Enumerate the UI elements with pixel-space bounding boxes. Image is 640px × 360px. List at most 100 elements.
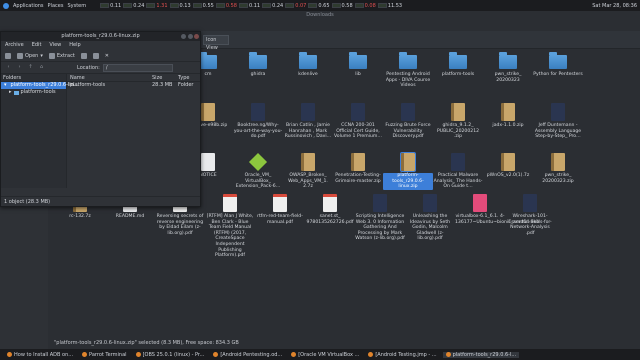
taskbar-label: platform-tools_r29.0.6-l... bbox=[452, 351, 517, 358]
tree-item-platform-tools[interactable]: ▸ platform-tools bbox=[1, 89, 66, 96]
monitor-value: 0.11 bbox=[248, 2, 261, 9]
minimize-button[interactable] bbox=[181, 34, 186, 39]
taskbar-item[interactable]: platform-tools_r29.0.6-l... bbox=[442, 351, 520, 358]
add-folder-button[interactable] bbox=[92, 52, 99, 59]
menu-system[interactable]: System bbox=[67, 3, 86, 9]
file-item[interactable]: Booktree.ng/Why-you-art-the-way-you-do.p… bbox=[233, 103, 283, 140]
menu-view[interactable]: View bbox=[49, 41, 61, 50]
file-item[interactable]: Jeff Duntemann - Assembly Language Step-… bbox=[533, 103, 583, 140]
cover-icon bbox=[551, 103, 565, 121]
chevron-down-icon: ▾ bbox=[40, 52, 43, 59]
monitor-value: 0.24 bbox=[272, 2, 284, 9]
file-item[interactable]: lib bbox=[333, 52, 383, 78]
close-button[interactable] bbox=[194, 34, 199, 39]
menu-applications[interactable]: Applications bbox=[13, 3, 44, 9]
monitor-value: 0.58 bbox=[341, 2, 353, 9]
file-item[interactable]: Practical Malware Analysis_ The Hands-On… bbox=[433, 153, 483, 190]
monitor-graph bbox=[146, 3, 156, 8]
forward-icon[interactable]: › bbox=[16, 64, 23, 71]
file-item[interactable]: ghidra_9.1.2_ PUBLIC_20200212 .zip bbox=[433, 103, 483, 140]
row-type: Folder bbox=[178, 82, 194, 88]
file-item[interactable]: Unleashing the Ideavirus by Seth Godin, … bbox=[405, 194, 455, 242]
new-archive-icon bbox=[5, 52, 11, 59]
menu-help[interactable]: Help bbox=[69, 41, 80, 50]
file-item[interactable]: sanet.st_ 9780135262726.pdf bbox=[305, 194, 355, 225]
taskbar-label: [Android Testing.jmp - ... bbox=[375, 351, 437, 358]
view-mode-select[interactable]: Icon View bbox=[203, 35, 229, 51]
doc-icon bbox=[201, 153, 215, 171]
pdf-icon bbox=[323, 194, 337, 212]
system-monitor-strip: 0.11 0.24 1.31 0.13 0.55 0.58 0.11 0.24 0.07 0.65… bbox=[100, 3, 402, 9]
file-label: Scripting Intelligence Web 3. 0 Informat… bbox=[355, 214, 405, 242]
file-item[interactable]: pwn_strike_ 20200323 bbox=[483, 52, 533, 83]
open-button[interactable]: Open ▾ bbox=[17, 52, 43, 59]
monitor-cell: 0.08 bbox=[354, 3, 376, 9]
file-item[interactable]: Penetration-Testing-Grimoire-master.zip bbox=[333, 153, 383, 184]
file-item[interactable]: Python for Pentesters bbox=[533, 52, 583, 78]
file-item[interactable]: Scripting Intelligence Web 3. 0 Informat… bbox=[355, 194, 405, 242]
file-label: ghidra_9.1.2_ PUBLIC_20200212 .zip bbox=[436, 123, 480, 140]
new-archive-button[interactable] bbox=[5, 52, 11, 59]
menu-edit[interactable]: Edit bbox=[32, 41, 42, 50]
delete-button[interactable]: ✕ bbox=[105, 53, 109, 59]
file-item[interactable]: platform-tools_r29.0.6-linux.zip bbox=[383, 152, 433, 190]
file-item[interactable]: [RTFM] Alan J White, Ben Clark - Blue Te… bbox=[205, 194, 255, 259]
file-item[interactable]: jadx-1.1.0.zip bbox=[483, 103, 533, 129]
maximize-button[interactable] bbox=[188, 34, 193, 39]
file-label: Unleashing the Ideavirus by Seth Godin, … bbox=[409, 214, 451, 242]
file-label: pwn_strike_ 20200323 bbox=[494, 72, 522, 83]
taskbar-item[interactable]: How to Install ADB on... bbox=[4, 352, 76, 358]
file-manager-status: "platform-tools_r29.0.6-linux.zip" selec… bbox=[48, 338, 640, 349]
archive-title-bar[interactable]: platform-tools_r29.0.6-linux.zip bbox=[1, 32, 200, 41]
column-name[interactable]: Name bbox=[67, 74, 149, 81]
home-icon[interactable]: ⌂ bbox=[38, 64, 45, 71]
file-item[interactable]: Pentesting Android Apps - DIVA Course Vi… bbox=[383, 52, 433, 89]
location-input[interactable]: / bbox=[102, 63, 173, 72]
file-manager-toolbar: Icon View bbox=[200, 31, 640, 51]
file-label: rc-132.7z bbox=[69, 214, 91, 219]
file-item[interactable]: Fuzzing Brute Force Vulnerability Discov… bbox=[383, 103, 433, 140]
add-files-button[interactable] bbox=[80, 52, 87, 59]
up-icon[interactable]: ↑ bbox=[27, 64, 34, 71]
table-row[interactable]: platform-tools 28.3 MB Folder bbox=[67, 82, 200, 89]
zip-icon bbox=[400, 152, 416, 172]
app-icon bbox=[445, 352, 451, 357]
menu-archive[interactable]: Archive bbox=[5, 41, 24, 50]
file-item[interactable]: Brian Catlin , Jamie Hanrahan , Mark Rus… bbox=[283, 103, 333, 140]
file-item[interactable]: virtualbox-6.1_6.1. 4-136177~Ubuntu~bion… bbox=[455, 194, 539, 225]
monitor-graph bbox=[331, 3, 341, 8]
tree-item-archive[interactable]: ▾ platform-tools_r29.0.6-lin… bbox=[1, 82, 79, 89]
file-item[interactable]: Wireshark-101-Essential-Skills-for-Netwo… bbox=[505, 194, 555, 236]
file-item[interactable]: Oracle_VM_ VirtualBox_ Extension_Pack-6… bbox=[233, 152, 283, 190]
file-item[interactable]: rtfm-red-team-field-manual.pdf bbox=[255, 194, 305, 225]
top-menu: Applications Places System bbox=[0, 2, 86, 9]
file-item[interactable]: platform-tools bbox=[433, 52, 483, 78]
column-size[interactable]: Size bbox=[149, 74, 175, 81]
column-type[interactable]: Type bbox=[175, 74, 200, 81]
file-item[interactable]: CCNA 200-301 Official Cert Guide, Volume… bbox=[333, 103, 383, 140]
file-item[interactable]: pwn_strike_ 20200323.zip bbox=[533, 153, 583, 184]
folder-icon bbox=[13, 90, 19, 95]
file-label: Pentesting Android Apps - DIVA Course Vi… bbox=[385, 72, 431, 89]
taskbar-item[interactable]: [Android Testing.jmp - ... bbox=[365, 352, 439, 358]
extract-button[interactable]: Extract bbox=[48, 52, 75, 59]
back-icon[interactable]: ‹ bbox=[5, 64, 12, 71]
app-icon bbox=[213, 352, 219, 357]
zip-icon bbox=[501, 153, 515, 171]
clock[interactable]: Sat Mar 28, 08:36 bbox=[592, 3, 640, 9]
taskbar-item[interactable]: Parrot Terminal bbox=[79, 352, 130, 358]
menu-places[interactable]: Places bbox=[48, 3, 64, 9]
file-label: Penetration-Testing-Grimoire-master.zip bbox=[335, 173, 381, 184]
taskbar-item[interactable]: [OBS 25.0.1 (linux) - Pr... bbox=[133, 352, 208, 358]
file-item[interactable]: ghidra bbox=[233, 52, 283, 78]
file-item[interactable]: pWnOS_v2.0(1).7z bbox=[483, 153, 533, 179]
monitor-cell: 0.65 bbox=[308, 2, 330, 9]
file-item[interactable]: OWASP_Broken_ Web_Apps_VM_1. 2.7z bbox=[283, 153, 333, 190]
taskbar-item[interactable]: [Oracle VM VirtualBox ... bbox=[288, 352, 362, 358]
list-header: Name Size Type bbox=[67, 74, 200, 82]
location-bar: ‹ › ↑ ⌂ Location: / bbox=[1, 62, 200, 74]
monitor-value: 0.65 bbox=[318, 2, 330, 9]
file-item[interactable]: kdenlive bbox=[283, 52, 333, 78]
taskbar-item[interactable]: [Android Pentesting.od... bbox=[210, 352, 285, 358]
parrot-menu-icon[interactable] bbox=[3, 2, 9, 9]
